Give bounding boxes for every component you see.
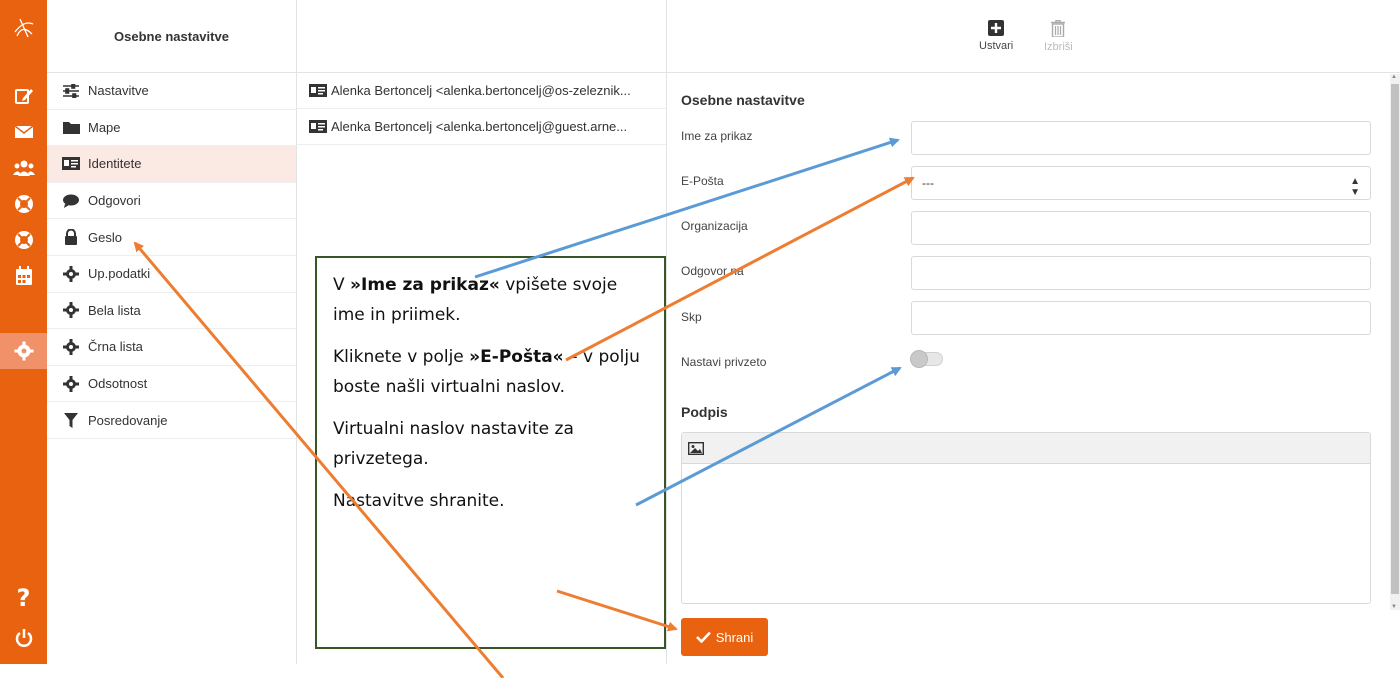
signature-editor[interactable] — [681, 432, 1371, 604]
help-icon[interactable]: ? — [0, 580, 47, 616]
create-button[interactable]: Ustvari — [979, 20, 1013, 52]
sliders-icon — [62, 83, 80, 99]
id-card-icon — [309, 120, 327, 133]
identity-item[interactable]: Alenka Bertoncelj <alenka.bertoncelj@os-… — [297, 73, 666, 109]
settings-item-odsotnost[interactable]: Odsotnost — [47, 366, 296, 403]
mail-icon[interactable] — [0, 114, 47, 150]
logout-power-icon[interactable] — [0, 620, 47, 656]
organization-input[interactable] — [911, 211, 1371, 245]
reply-to-input[interactable] — [911, 256, 1371, 290]
settings-gear-icon[interactable] — [0, 333, 47, 369]
identities-header — [297, 0, 666, 73]
lifebuoy-icon[interactable] — [0, 186, 47, 222]
delete-label: Izbriši — [1044, 41, 1073, 53]
scroll-up-icon[interactable]: ▲ — [1391, 74, 1397, 80]
editor-toolbar — [682, 433, 1370, 464]
email-select[interactable]: --- ▲ ▼ — [911, 166, 1371, 200]
form-section-title: Osebne nastavitve — [681, 92, 805, 108]
gear-icon — [62, 375, 80, 392]
bcc-input[interactable] — [911, 301, 1371, 335]
save-button[interactable]: Shrani — [681, 618, 768, 656]
settings-item-mape[interactable]: Mape — [47, 110, 296, 147]
delete-button[interactable]: Izbriši — [1044, 20, 1073, 53]
identity-item[interactable]: Alenka Bertoncelj <alenka.bertoncelj@gue… — [297, 109, 666, 145]
comment-icon — [62, 193, 80, 209]
set-default-label: Nastavi privzeto — [681, 355, 767, 369]
email-select-value: --- — [922, 176, 934, 190]
signature-title: Podpis — [681, 404, 728, 420]
create-label: Ustvari — [979, 40, 1014, 52]
bcc-label: Skp — [681, 310, 702, 324]
scroll-down-icon[interactable]: ▼ — [1391, 604, 1397, 610]
trash-icon — [1051, 20, 1066, 37]
display-name-input[interactable] — [911, 121, 1371, 155]
email-label: E-Pošta — [681, 174, 724, 188]
settings-item-bela-lista[interactable]: Bela lista — [47, 293, 296, 330]
lock-icon — [62, 229, 80, 246]
settings-item-label: Mape — [88, 119, 121, 135]
callout-bold-text: »Ime za prikaz« — [350, 275, 500, 295]
settings-item-label: Bela lista — [88, 302, 141, 318]
settings-item-label: Posredovanje — [88, 412, 168, 428]
toolbar: Ustvari Izbriši — [667, 0, 1400, 73]
toggle-knob — [910, 350, 928, 368]
callout-text: Kliknete v polje — [333, 347, 470, 367]
set-default-toggle[interactable] — [910, 350, 943, 368]
select-caret-icon: ▲ ▼ — [1350, 176, 1360, 198]
settings-item-label: Nastavitve — [88, 83, 149, 99]
settings-sections-column: Osebne nastavitve Nastavitve Mape Identi… — [47, 0, 297, 664]
organization-label: Organizacija — [681, 219, 748, 233]
callout-step-1: V »Ime za prikaz« vpišete svoje ime in p… — [333, 270, 648, 330]
instruction-callout: V »Ime za prikaz« vpišete svoje ime in p… — [315, 256, 666, 649]
compose-icon[interactable] — [0, 78, 47, 114]
gear-icon — [62, 338, 80, 355]
callout-step-4: Nastavitve shranite. — [333, 491, 505, 511]
scrollbar-thumb[interactable] — [1391, 84, 1399, 594]
identity-label: Alenka Bertoncelj <alenka.bertoncelj@gue… — [331, 119, 628, 134]
settings-item-label: Odsotnost — [88, 376, 148, 392]
callout-bold-text: »E-Pošta« — [469, 347, 564, 367]
callout-step-2: Kliknete v polje »E-Pošta« – v polju bos… — [333, 342, 648, 402]
settings-item-label: Črna lista — [88, 339, 143, 355]
settings-item-label: Odgovori — [88, 193, 141, 209]
identity-form-panel: Ustvari Izbriši Osebne nastavitve Ime za… — [667, 0, 1400, 664]
settings-column-title: Osebne nastavitve — [47, 0, 296, 73]
app-rail: ? — [0, 0, 47, 664]
settings-item-crna-lista[interactable]: Črna lista — [47, 329, 296, 366]
plus-square-icon — [988, 20, 1005, 36]
id-card-icon — [309, 84, 327, 97]
settings-item-label: Geslo — [88, 229, 122, 245]
settings-item-posredovanje[interactable]: Posredovanje — [47, 402, 296, 439]
reply-to-label: Odgovor na — [681, 264, 744, 278]
display-name-label: Ime za prikaz — [681, 129, 753, 143]
settings-item-identitete[interactable]: Identitete — [47, 146, 296, 183]
id-card-icon — [62, 156, 80, 172]
settings-item-label: Identitete — [88, 156, 142, 172]
contacts-icon[interactable] — [0, 150, 47, 186]
settings-item-label: Up.podatki — [88, 266, 151, 282]
image-icon[interactable] — [688, 441, 704, 455]
identity-label: Alenka Bertoncelj <alenka.bertoncelj@os-… — [331, 83, 631, 98]
form-scrollbar[interactable]: ▲ ▼ — [1390, 74, 1400, 610]
settings-item-nastavitve[interactable]: Nastavitve — [47, 73, 296, 110]
settings-item-up-podatki[interactable]: Up.podatki — [47, 256, 296, 293]
check-icon — [695, 631, 711, 643]
callout-text: V — [333, 275, 351, 295]
callout-step-3: Virtualni naslov nastavite za privzetega… — [333, 419, 574, 469]
gear-icon — [62, 265, 80, 282]
gear-icon — [62, 302, 80, 319]
settings-item-odgovori[interactable]: Odgovori — [47, 183, 296, 220]
logo-icon — [0, 10, 47, 46]
filter-icon — [62, 412, 80, 428]
settings-item-geslo[interactable]: Geslo — [47, 219, 296, 256]
calendar-icon[interactable] — [0, 258, 47, 294]
lifebuoy-icon[interactable] — [0, 222, 47, 258]
folder-icon — [62, 119, 80, 135]
save-label: Shrani — [715, 629, 754, 645]
